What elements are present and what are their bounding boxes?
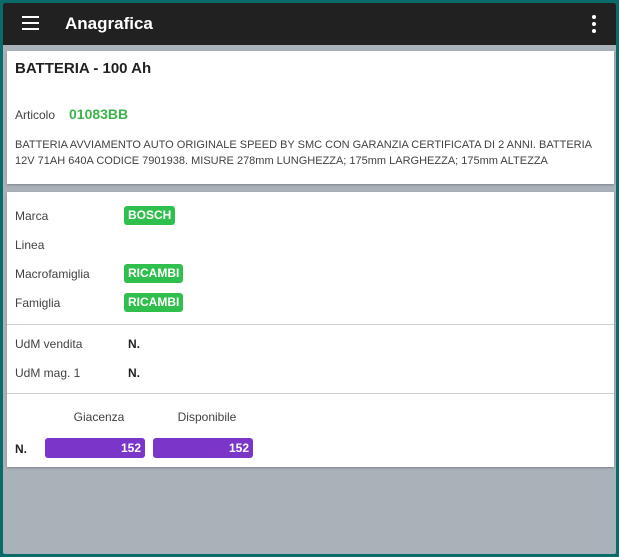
stock-disponibile-bar: 152 <box>153 438 253 458</box>
hamburger-menu-icon[interactable] <box>22 16 39 30</box>
app-frame: Anagrafica BATTERIA - 100 Ah Articolo 01… <box>3 3 616 554</box>
more-vertical-icon[interactable] <box>591 15 597 33</box>
warehouse-unit-value: N. <box>128 366 140 380</box>
app-bar: Anagrafica <box>3 3 616 45</box>
sales-unit-value: N. <box>128 337 140 351</box>
page-title: Anagrafica <box>65 14 153 33</box>
macrofamily-label: Macrofamiglia <box>15 267 90 281</box>
stock-giacenza-bar: 152 <box>45 438 145 458</box>
product-card: BATTERIA - 100 Ah Articolo 01083BB BATTE… <box>7 51 614 184</box>
product-title: BATTERIA - 100 Ah <box>15 60 152 77</box>
brand-chip: BOSCH <box>124 206 176 225</box>
article-code: 01083BB <box>69 106 129 122</box>
stock-header-giacenza: Giacenza <box>73 410 125 424</box>
stock-unit: N. <box>15 442 27 456</box>
brand-label: Marca <box>15 209 49 223</box>
sales-unit-label: UdM vendita <box>15 337 83 351</box>
stock-header-disponibile: Disponibile <box>177 410 237 424</box>
product-description: BATTERIA AVVIAMENTO AUTO ORIGINALE SPEED… <box>15 139 592 167</box>
macrofamily-chip: RICAMBI <box>124 264 184 283</box>
warehouse-unit-label: UdM mag. 1 <box>15 366 81 380</box>
family-chip: RICAMBI <box>124 293 184 312</box>
article-label: Articolo <box>15 108 56 122</box>
details-card: Marca BOSCH Linea Macrofamiglia RICAMBI … <box>7 192 614 467</box>
family-label: Famiglia <box>15 296 61 310</box>
divider <box>7 393 614 394</box>
line-label: Linea <box>15 238 45 252</box>
divider <box>7 324 614 325</box>
